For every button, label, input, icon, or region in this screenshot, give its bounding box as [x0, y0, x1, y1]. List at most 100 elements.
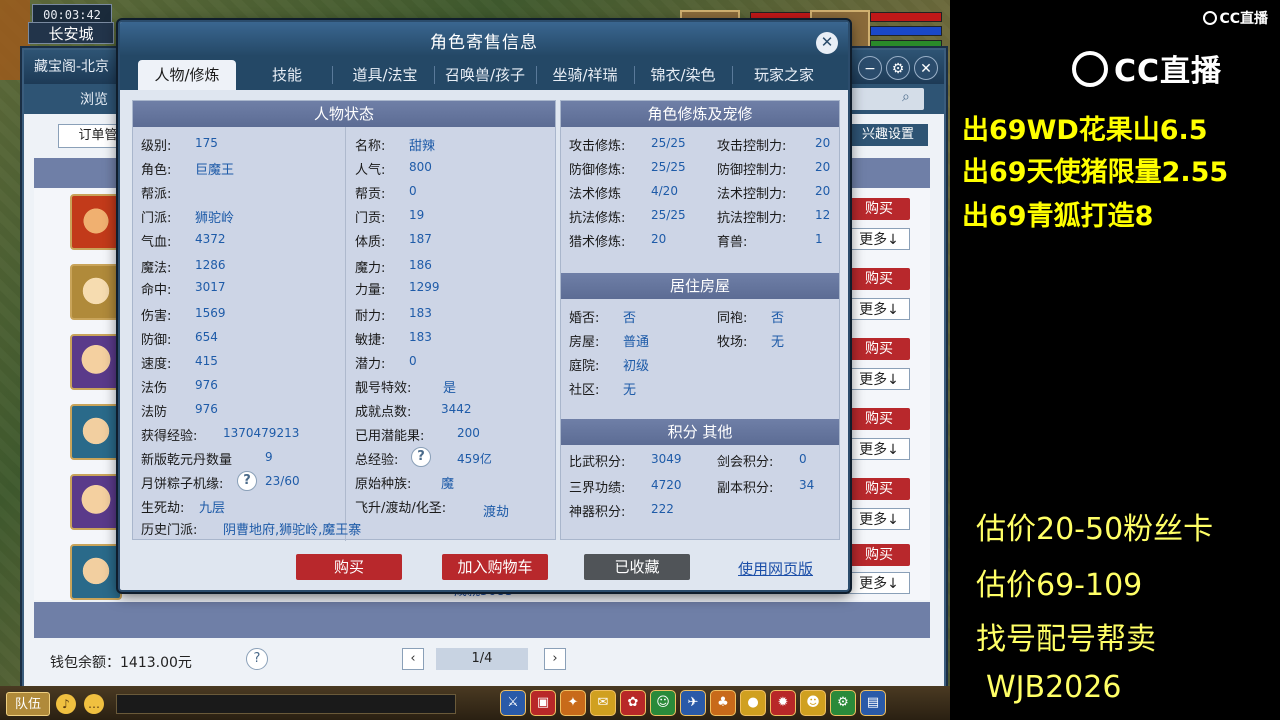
chat-input[interactable]: [116, 694, 456, 714]
attack-icon[interactable]: ⚔: [500, 690, 526, 716]
buy-button[interactable]: 购买: [848, 198, 910, 220]
tab-player-home[interactable]: 玩家之家: [736, 60, 832, 90]
dialog-titlebar: 角色寄售信息 ✕: [120, 22, 848, 56]
avatar: [70, 404, 122, 460]
field-value: 初级: [623, 359, 650, 374]
field-value: 183: [409, 330, 432, 344]
field-label: 防御修炼:: [569, 163, 626, 178]
buy-button[interactable]: 购买: [848, 478, 910, 500]
help-icon[interactable]: ?: [411, 447, 431, 467]
next-page-button[interactable]: ›: [544, 648, 566, 670]
field-label: 气血:: [141, 235, 172, 250]
cc-logo-text: CC直播: [1114, 54, 1223, 89]
system-icon[interactable]: ⚙: [830, 690, 856, 716]
help-icon[interactable]: ?: [246, 648, 268, 670]
smile-icon[interactable]: ☻: [800, 690, 826, 716]
field-value: 0: [409, 184, 417, 198]
role-detail-dialog: 角色寄售信息 ✕ 人物/修炼 技能 道具/法宝 召唤兽/孩子 坐骑/祥瑞 锦衣/…: [118, 20, 850, 592]
field-value: 34: [799, 478, 815, 492]
interest-settings-button[interactable]: 兴趣设置: [848, 124, 928, 146]
field-value: 415: [195, 354, 218, 368]
field-label: 猎术修炼:: [569, 235, 626, 250]
field-value: 巨魔王: [195, 163, 235, 178]
field-value: 12: [815, 208, 831, 222]
add-to-cart-button[interactable]: 加入购物车: [442, 554, 548, 580]
field-value: 20: [815, 184, 831, 198]
field-label: 级别:: [141, 139, 172, 154]
field-value: 20: [651, 232, 667, 246]
friends-icon[interactable]: ☺: [650, 690, 676, 716]
field-value: 4372: [195, 232, 226, 246]
character-status-panel: 人物状态 级别: 175 角色: 巨魔王 帮派: 门派: 狮驼岭 气血: 437…: [132, 100, 556, 541]
use-web-version-link[interactable]: 使用网页版: [738, 558, 813, 579]
field-value: 1370479213: [223, 426, 300, 440]
field-label: 防御:: [141, 333, 172, 348]
tab-outfits[interactable]: 锦衣/染色: [638, 60, 728, 90]
field-label: 力量:: [355, 283, 386, 298]
more-button[interactable]: 更多↓: [848, 572, 910, 594]
field-label: 总经验:: [355, 453, 399, 468]
help-icon[interactable]: ?: [237, 471, 257, 491]
field-label: 魔力:: [355, 261, 386, 276]
more-button[interactable]: 更多↓: [848, 438, 910, 460]
cc-logo-icon: [1072, 51, 1108, 87]
buy-button[interactable]: 购买: [848, 268, 910, 290]
avatar: [70, 334, 122, 390]
buy-button[interactable]: 购买: [848, 544, 910, 566]
tab-pets[interactable]: 召唤兽/孩子: [438, 60, 532, 90]
tab-skills[interactable]: 技能: [250, 60, 324, 90]
player-hp-bar: [870, 12, 942, 22]
tab-browse[interactable]: 浏览: [80, 89, 108, 109]
search-icon[interactable]: ⌕: [902, 89, 920, 107]
more-button[interactable]: 更多↓: [848, 368, 910, 390]
promo-line: 出69WD花果山6.5: [962, 115, 1208, 146]
favorited-button[interactable]: 已收藏: [584, 554, 690, 580]
shop-icon[interactable]: ✿: [620, 690, 646, 716]
more-button[interactable]: 更多↓: [848, 228, 910, 250]
field-label: 法伤: [141, 381, 168, 396]
promo-line: 出69青狐打造8: [962, 201, 1154, 232]
minimize-icon[interactable]: −: [858, 56, 882, 80]
scroll-icon[interactable]: ✉: [590, 690, 616, 716]
field-label: 抗法修炼:: [569, 211, 626, 226]
field-value: 是: [443, 381, 457, 396]
team-button[interactable]: 队伍: [6, 692, 50, 716]
field-label: 飞升/渡劫/化圣:: [355, 501, 447, 516]
field-label: 法术控制力:: [717, 187, 787, 202]
field-value: 187: [409, 232, 432, 246]
buy-button[interactable]: 购买: [296, 554, 402, 580]
cultivation-panel: 角色修炼及宠修 攻击修炼: 25/25 防御修炼: 25/25 法术修炼 4/2…: [560, 100, 840, 540]
chat-icon[interactable]: …: [84, 694, 104, 714]
list-footer: [34, 602, 930, 638]
field-label: 魔法:: [141, 261, 172, 276]
field-label: 体质:: [355, 235, 386, 250]
gear-icon[interactable]: ⚙: [886, 56, 910, 80]
stream-overlay: CC直播 CC直播 出69WD花果山6.5 出69天使猪限量2.55 出69青狐…: [950, 0, 1280, 720]
field-label: 获得经验:: [141, 429, 198, 444]
close-icon[interactable]: ✕: [914, 56, 938, 80]
history-sect-value: 阴曹地府,狮驼岭,魔王寨: [223, 523, 362, 538]
tab-mounts[interactable]: 坐骑/祥瑞: [540, 60, 630, 90]
field-label: 门派:: [141, 211, 172, 226]
bag-icon[interactable]: ▣: [530, 690, 556, 716]
gift-icon[interactable]: ✦: [560, 690, 586, 716]
field-value: 否: [771, 311, 785, 326]
event-icon[interactable]: ✹: [770, 690, 796, 716]
bell-icon[interactable]: ♣: [710, 690, 736, 716]
peach-icon[interactable]: ●: [740, 690, 766, 716]
computer-icon[interactable]: ▤: [860, 690, 886, 716]
mic-icon[interactable]: ♪: [56, 694, 76, 714]
tab-items[interactable]: 道具/法宝: [340, 60, 430, 90]
buy-button[interactable]: 购买: [848, 408, 910, 430]
close-icon[interactable]: ✕: [816, 32, 838, 54]
field-value: 甜辣: [409, 139, 436, 154]
prev-page-button[interactable]: ‹: [402, 648, 424, 670]
map-icon[interactable]: ✈: [680, 690, 706, 716]
field-value: 0: [799, 452, 807, 466]
more-button[interactable]: 更多↓: [848, 298, 910, 320]
buy-button[interactable]: 购买: [848, 338, 910, 360]
tab-character[interactable]: 人物/修炼: [138, 60, 236, 90]
avatar: [70, 544, 122, 600]
field-label: 已用潜能果:: [355, 429, 425, 444]
more-button[interactable]: 更多↓: [848, 508, 910, 530]
